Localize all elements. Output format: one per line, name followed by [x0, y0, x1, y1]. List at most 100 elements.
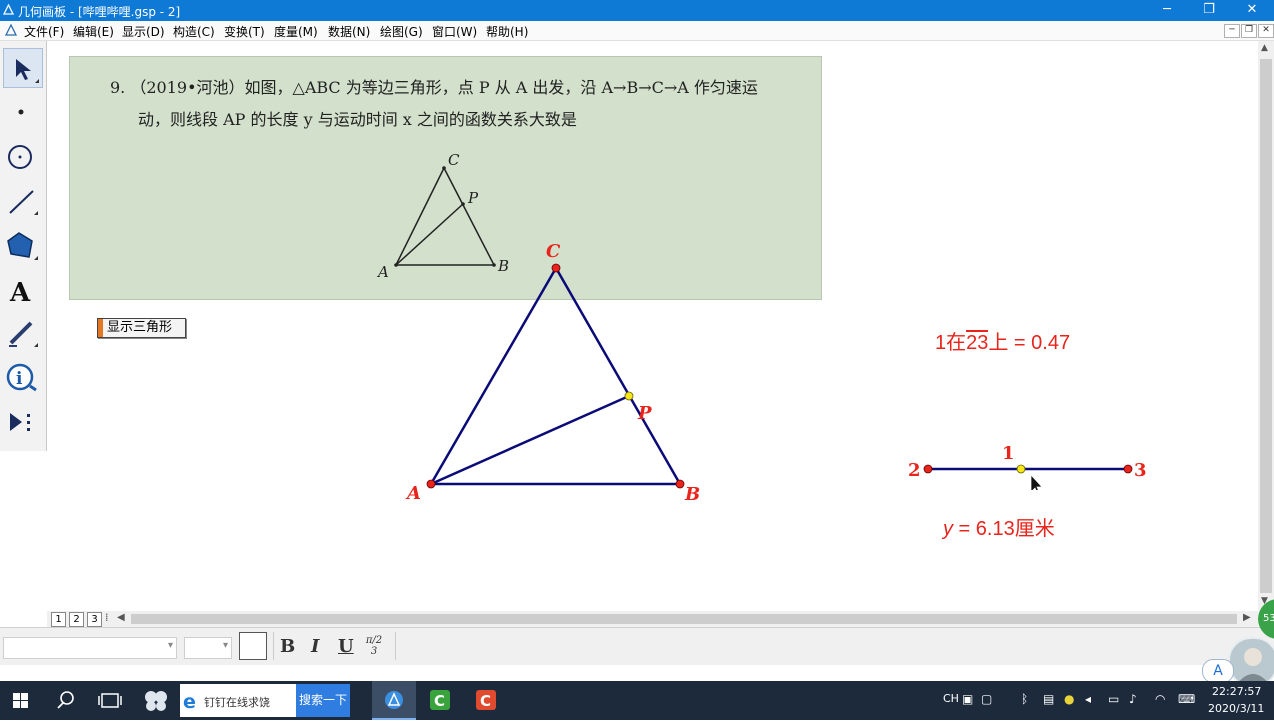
svg-text:A: A — [9, 278, 31, 308]
label-c[interactable]: C — [546, 241, 561, 262]
scroll-right-icon[interactable]: ▶ — [1243, 612, 1251, 623]
pen-icon — [9, 321, 38, 347]
ime-indicator[interactable]: CH — [943, 692, 959, 705]
search-icon — [57, 691, 74, 709]
chevron-down-icon: ▾ — [167, 640, 173, 651]
compass-tool[interactable] — [3, 136, 43, 176]
menu-window[interactable]: 窗口(W) — [432, 23, 477, 40]
label-3[interactable]: 3 — [1134, 460, 1147, 481]
point-tool[interactable] — [3, 91, 43, 131]
measurement-point-on-segment[interactable]: 1在23上 = 0.47 — [935, 326, 1070, 355]
butterfly-app-button[interactable] — [134, 681, 178, 720]
vertical-scroll-thumb[interactable] — [1260, 59, 1272, 593]
page-tab-3[interactable]: 3 — [87, 612, 102, 627]
scroll-up-icon[interactable]: ▲ — [1261, 43, 1268, 53]
show-triangle-button[interactable]: 显示三角形 — [97, 318, 186, 338]
horizontal-scrollbar[interactable]: 1 2 3 ⁞ ◀ ▶ — [47, 611, 1258, 627]
mdi-minimize-button[interactable]: ─ — [1224, 24, 1240, 38]
point-2[interactable] — [923, 464, 933, 474]
straightedge-tool[interactable] — [3, 181, 43, 221]
maximize-button[interactable]: ❐ — [1189, 0, 1229, 21]
label-p[interactable]: P — [637, 403, 652, 424]
problem-label-c: C — [448, 151, 460, 169]
browser-search-button[interactable]: 搜索一下 — [296, 684, 350, 717]
wifi-icon[interactable]: ◠ — [1155, 692, 1165, 706]
volume-icon[interactable]: ♪ — [1129, 692, 1137, 706]
measurement-y-length[interactable]: y = 6.13厘米 — [943, 512, 1055, 541]
marker-tool[interactable] — [3, 313, 43, 353]
start-button[interactable] — [0, 681, 44, 720]
text-color-swatch[interactable] — [239, 632, 267, 660]
mdi-close-button[interactable]: ✕ — [1258, 24, 1274, 38]
avatar-face-icon — [1236, 648, 1270, 685]
menu-construct[interactable]: 构造(C) — [173, 23, 215, 40]
avatar[interactable] — [1228, 637, 1274, 687]
menu-data[interactable]: 数据(N) — [328, 23, 370, 40]
page-tab-2[interactable]: 2 — [69, 612, 84, 627]
svg-text:i: i — [16, 369, 23, 389]
browser-search-input[interactable]: e 钉钉在线求饶 — [180, 684, 296, 717]
page-splitter-icon[interactable]: ⁞ — [105, 611, 109, 624]
label-a[interactable]: A — [405, 483, 421, 504]
text-tool[interactable]: A — [3, 271, 43, 311]
menu-graph[interactable]: 绘图(G) — [380, 23, 423, 40]
font-size-select[interactable]: ▾ — [184, 637, 232, 659]
ime-a-icon[interactable]: A — [1202, 659, 1234, 683]
play-more-icon — [10, 413, 30, 431]
point-a[interactable] — [426, 479, 436, 489]
menu-measure[interactable]: 度量(M) — [274, 23, 318, 40]
minimize-button[interactable]: ─ — [1147, 0, 1187, 21]
menu-display[interactable]: 显示(D) — [122, 23, 165, 40]
label-1[interactable]: 1 — [1002, 443, 1015, 464]
clock-date[interactable]: 2020/3/11 — [1208, 702, 1264, 715]
segment-ap[interactable] — [430, 394, 630, 486]
point-b[interactable] — [675, 479, 685, 489]
mdi-restore-button[interactable]: ❐ — [1241, 24, 1257, 38]
bluetooth-icon[interactable]: ᛒ — [1021, 692, 1028, 706]
gsp-app-button[interactable] — [372, 681, 416, 720]
task-view-button[interactable] — [88, 681, 132, 720]
menu-edit[interactable]: 编辑(E) — [73, 23, 114, 40]
arrow-select-tool[interactable] — [3, 48, 43, 88]
keyboard-icon[interactable]: ⌨ — [1178, 692, 1195, 706]
tray-print-icon[interactable]: ▤ — [1043, 692, 1054, 706]
problem-label-p: P — [467, 189, 479, 207]
camtasia-green-button[interactable]: C — [418, 681, 462, 720]
segment-ac[interactable] — [429, 267, 558, 485]
battery-icon[interactable]: ▭ — [1108, 692, 1119, 706]
vertical-scrollbar[interactable]: ▲ ▼ — [1258, 41, 1274, 611]
math-format-button[interactable]: π/2 3 — [363, 635, 385, 657]
information-tool[interactable]: i — [3, 358, 43, 398]
page-tab-1[interactable]: 1 — [51, 612, 66, 627]
search-button[interactable] — [44, 681, 88, 720]
horizontal-scroll-thumb[interactable] — [131, 614, 1237, 624]
camtasia-red-button[interactable]: C — [464, 681, 508, 720]
tray-red-icon[interactable]: ◂ — [1085, 692, 1091, 706]
underline-button[interactable]: U — [338, 636, 354, 657]
point-3[interactable] — [1123, 464, 1133, 474]
bold-button[interactable]: B — [280, 636, 295, 657]
close-button[interactable]: ✕ — [1232, 0, 1272, 21]
label-b[interactable]: B — [684, 484, 700, 505]
polygon-tool[interactable] — [3, 226, 43, 266]
point-icon — [18, 109, 24, 115]
label-2[interactable]: 2 — [908, 460, 921, 481]
tray-app-icon[interactable]: ▢ — [981, 692, 992, 706]
tray-status-icon[interactable]: ● — [1064, 692, 1074, 706]
menu-help[interactable]: 帮助(H) — [486, 23, 528, 40]
point-c[interactable] — [551, 263, 561, 273]
custom-tool[interactable] — [3, 401, 43, 441]
pdf-tray-icon[interactable]: ▣ — [962, 692, 973, 706]
point-p[interactable] — [624, 391, 634, 401]
menu-file[interactable]: 文件(F) — [24, 23, 64, 40]
segment-cb[interactable] — [554, 267, 682, 485]
clock-time[interactable]: 22:27:57 — [1212, 685, 1261, 698]
italic-button[interactable]: I — [311, 636, 319, 657]
font-family-select[interactable]: ▾ — [3, 637, 177, 659]
menu-transform[interactable]: 变换(T) — [224, 23, 265, 40]
scroll-left-icon[interactable]: ◀ — [117, 612, 125, 623]
point-1[interactable] — [1016, 464, 1026, 474]
show-triangle-label: 显示三角形 — [107, 320, 173, 335]
toolbar-divider — [395, 632, 396, 660]
toolbox: A i — [0, 41, 47, 451]
